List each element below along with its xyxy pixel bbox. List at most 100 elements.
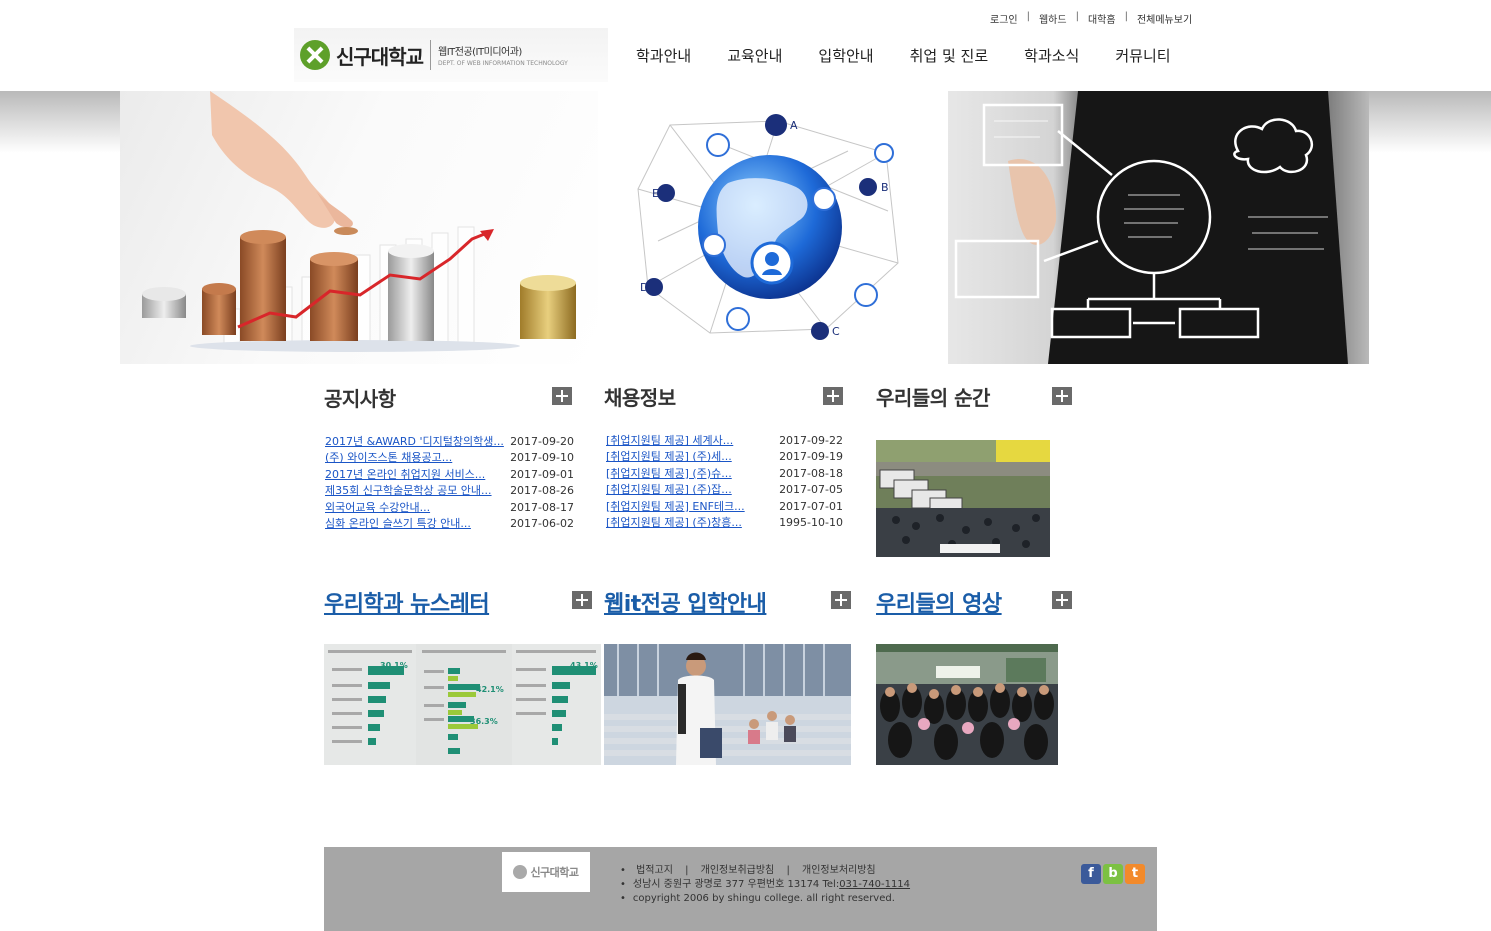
job-date: 2017-07-01 xyxy=(779,499,843,513)
university-name: 신구대학교 xyxy=(336,44,424,69)
newsletter-more-icon[interactable] xyxy=(572,591,592,609)
bullet-icon: • xyxy=(620,893,626,904)
department-name-korean: 웹IT전공(IT미디어과) xyxy=(438,47,522,58)
globe-label-c: C xyxy=(832,325,840,338)
list-item: 심화 온라인 슬쓰기 특강 안내... 2017-06-02 xyxy=(325,516,574,532)
sitemap-link[interactable]: 전체메뉴보기 xyxy=(1137,11,1192,26)
notice-date: 2017-06-02 xyxy=(510,516,574,530)
globe-label-a: A xyxy=(790,119,798,132)
job-link[interactable]: [취업지원팀 제공] ENF테크... xyxy=(606,499,745,515)
separator: | xyxy=(1124,11,1128,22)
notice-link[interactable]: (주) 와이즈스톤 채용공고... xyxy=(325,450,452,466)
footer-address: 성남시 중원구 광명로 377 우편번호 13174 Tel: xyxy=(632,879,840,890)
notice-link[interactable]: 2017년 &AWARD '디지털창의학생... xyxy=(325,434,504,450)
twitter-icon[interactable]: t xyxy=(1125,864,1145,884)
list-item: 2017년 &AWARD '디지털창의학생... 2017-09-20 xyxy=(325,434,574,450)
notice-link[interactable]: 심화 온라인 슬쓰기 특강 안내... xyxy=(325,516,471,532)
site-logo[interactable]: 신구대학교 웹IT전공(IT미디어과) DEPT. OF WEB INFORMA… xyxy=(294,28,608,82)
globe-label-e: E xyxy=(652,187,659,200)
jobs-title: 채용정보 xyxy=(604,386,676,410)
job-link[interactable]: [취업지원팀 제공] (주)잡... xyxy=(606,482,732,498)
notice-link[interactable]: 외국어교육 수강안내... xyxy=(325,500,430,516)
job-date: 2017-09-19 xyxy=(779,450,843,464)
notice-date: 2017-08-26 xyxy=(510,484,574,498)
notices-more-icon[interactable] xyxy=(552,387,572,405)
footer-logo[interactable]: 신구대학교 xyxy=(502,852,590,892)
main-banner: A B C D E xyxy=(120,91,1369,364)
job-date: 2017-09-22 xyxy=(779,434,843,447)
separator: | xyxy=(685,865,689,876)
separator: | xyxy=(1075,11,1079,22)
list-item: [취업지원팀 제공] (주)창흥... 1995-10-10 xyxy=(606,515,843,531)
admission-title-link[interactable]: 웹it전공 입학안내 xyxy=(604,586,767,618)
job-link[interactable]: [취업지원팀 제공] (주)창흥... xyxy=(606,515,742,531)
main-nav: 학과안내 교육안내 입학안내 취업 및 진로 학과소식 커뮤니티 xyxy=(636,45,1171,66)
privacy-handling-link[interactable]: 개인정보취급방침 xyxy=(701,865,775,876)
privacy-policy-link[interactable]: 개인정보처리방침 xyxy=(802,865,876,876)
list-item: 외국어교육 수강안내... 2017-08-17 xyxy=(325,500,574,516)
utility-nav: 로그인 | 웹하드 | 대학홈 | 전체메뉴보기 xyxy=(990,11,1192,26)
newsletter-image[interactable]: 30.1% 42.1% 36.3% 43.1% xyxy=(324,644,601,765)
notice-date: 2017-09-01 xyxy=(510,467,574,481)
site-footer: 신구대학교 • 법적고지 | 개인정보취급방침 | 개인정보처리방침 • 성남시 … xyxy=(324,847,1157,931)
newsletter-stat: 43.1% xyxy=(570,661,598,670)
job-link[interactable]: [취업지원팀 제공] 세계사... xyxy=(606,433,733,449)
banner-coins-image xyxy=(120,91,598,364)
notice-date: 2017-09-20 xyxy=(510,435,574,448)
nav-item-department-info[interactable]: 학과안내 xyxy=(636,45,691,66)
notices-title: 공지사항 xyxy=(324,387,396,411)
university-emblem-icon xyxy=(300,40,330,70)
globe-label-d: D xyxy=(640,281,648,294)
legal-notice-link[interactable]: 법적고지 xyxy=(636,865,673,876)
nav-item-career[interactable]: 취업 및 진로 xyxy=(910,45,989,66)
department-name-english: DEPT. OF WEB INFORMATION TECHNOLOGY xyxy=(438,60,568,67)
footer-copyright-row: • copyright 2006 by shingu college. all r… xyxy=(620,892,910,906)
notice-date: 2017-08-17 xyxy=(510,500,574,514)
separator: | xyxy=(786,865,790,876)
admission-more-icon[interactable] xyxy=(831,591,851,609)
separator: | xyxy=(1026,11,1030,22)
footer-logo-text: 신구대학교 xyxy=(530,866,579,879)
blog-icon[interactable]: b xyxy=(1103,864,1123,884)
list-item: 2017년 온라인 취업지원 서비스... 2017-09-01 xyxy=(325,467,574,483)
footer-phone-link[interactable]: 031-740-1114 xyxy=(839,879,910,890)
list-item: [취업지원팀 제공] (주)잡... 2017-07-05 xyxy=(606,482,843,498)
videos-image[interactable] xyxy=(876,644,1058,765)
list-item: [취업지원팀 제공] ENF테크... 2017-07-01 xyxy=(606,499,843,515)
footer-copyright: copyright 2006 by shingu college. all ri… xyxy=(632,893,895,904)
banner-globe-image: A B C D E xyxy=(598,91,948,364)
videos-title-link[interactable]: 우리들의 영상 xyxy=(876,586,1002,618)
webhard-link[interactable]: 웹하드 xyxy=(1039,11,1067,26)
videos-more-icon[interactable] xyxy=(1052,591,1072,609)
notices-list: 2017년 &AWARD '디지털창의학생... 2017-09-20 (주) 와… xyxy=(325,434,574,532)
notice-link[interactable]: 2017년 온라인 취업지원 서비스... xyxy=(325,467,485,483)
facebook-icon[interactable]: f xyxy=(1081,864,1101,884)
nav-item-community[interactable]: 커뮤니티 xyxy=(1115,45,1170,66)
bullet-icon: • xyxy=(620,879,626,890)
job-date: 1995-10-10 xyxy=(779,515,843,529)
nav-item-news[interactable]: 학과소식 xyxy=(1024,45,1079,66)
moments-photo[interactable] xyxy=(876,440,1050,557)
university-home-link[interactable]: 대학홈 xyxy=(1088,11,1116,26)
globe-label-b: B xyxy=(881,181,889,194)
footer-address-row: • 성남시 중원구 광명로 377 우편번호 13174 Tel:031-740-… xyxy=(620,878,910,892)
nav-item-admission[interactable]: 입학안내 xyxy=(818,45,873,66)
job-link[interactable]: [취업지원팀 제공] (주)세... xyxy=(606,449,732,465)
newsletter-stat: 36.3% xyxy=(470,717,498,726)
notice-link[interactable]: 제35회 신구학술문학상 공모 안내... xyxy=(325,483,492,499)
login-link[interactable]: 로그인 xyxy=(990,11,1018,26)
department-name: 웹IT전공(IT미디어과) DEPT. OF WEB INFORMATION T… xyxy=(438,43,568,67)
list-item: [취업지원팀 제공] 세계사... 2017-09-22 xyxy=(606,433,843,449)
moments-more-icon[interactable] xyxy=(1052,387,1072,405)
job-link[interactable]: [취업지원팀 제공] (주)슈... xyxy=(606,466,732,482)
admission-image[interactable] xyxy=(604,644,851,765)
newsletter-stat: 30.1% xyxy=(380,661,408,670)
banner-flowchart-image xyxy=(948,91,1369,364)
jobs-more-icon[interactable] xyxy=(823,387,843,405)
list-item: (주) 와이즈스톤 채용공고... 2017-09-10 xyxy=(325,450,574,466)
newsletter-title-link[interactable]: 우리학과 뉴스레터 xyxy=(324,586,490,618)
jobs-list: [취업지원팀 제공] 세계사... 2017-09-22 [취업지원팀 제공] (… xyxy=(606,433,843,531)
footer-links-row: • 법적고지 | 개인정보취급방침 | 개인정보처리방침 xyxy=(620,864,910,878)
nav-item-education[interactable]: 교육안내 xyxy=(727,45,782,66)
moments-title: 우리들의 순간 xyxy=(876,386,990,410)
